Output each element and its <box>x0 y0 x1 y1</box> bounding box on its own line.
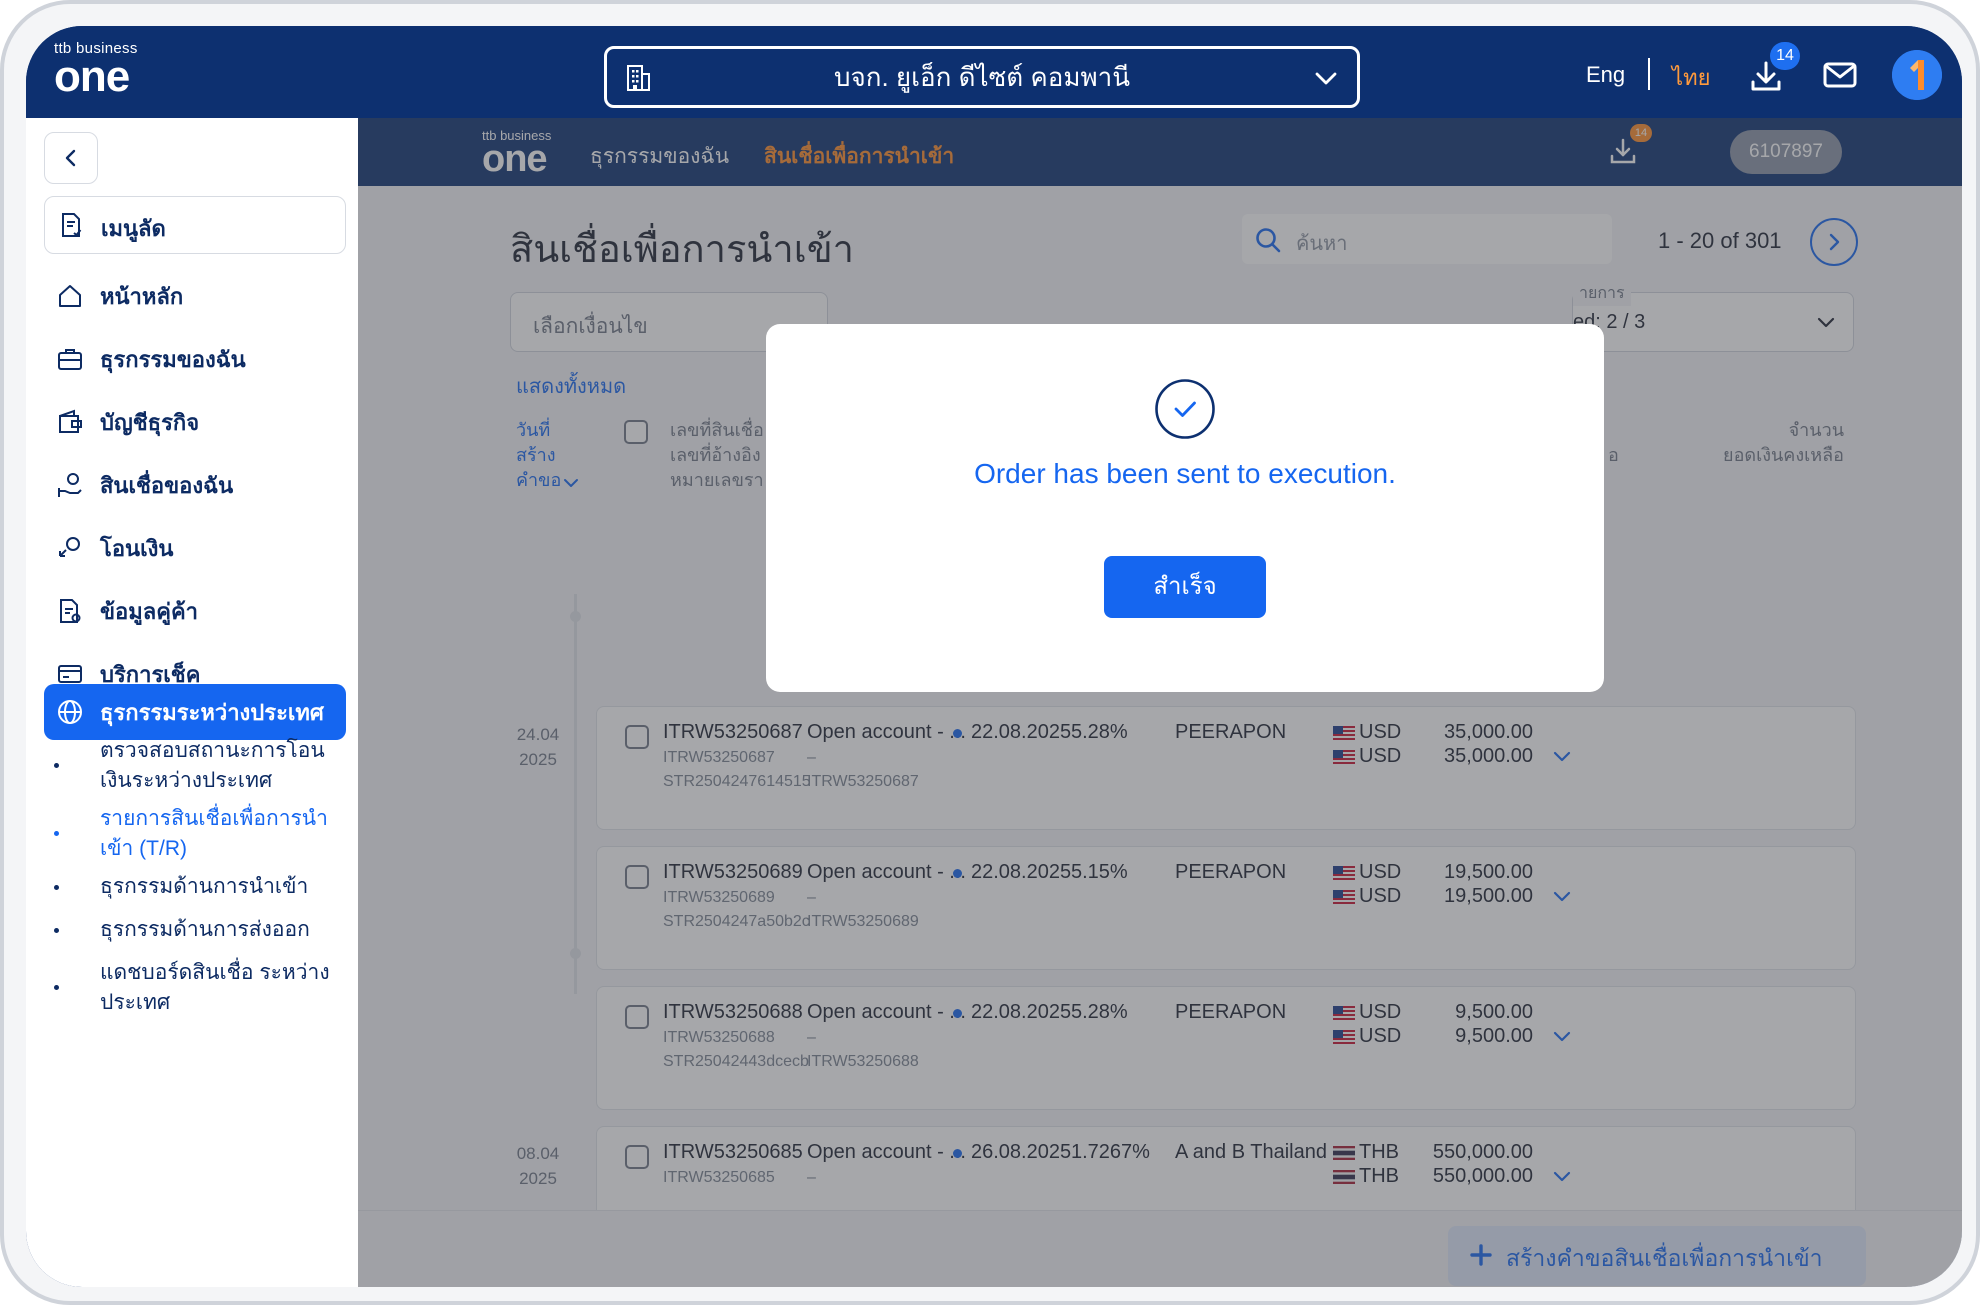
sidebar-item-transfer[interactable]: โอนเงิน <box>44 520 346 576</box>
chevron-left-icon <box>65 149 76 167</box>
wallet-icon <box>59 409 82 433</box>
shortcut-menu-label: เมนูลัด <box>101 216 166 241</box>
sidebar-item-my-transactions[interactable]: ธุรกรรมของฉัน <box>44 331 346 387</box>
modal-backdrop[interactable] <box>358 118 1962 1287</box>
sidebar-item-label: ธุรกรรมของฉัน <box>100 346 246 372</box>
sidebar-subitem-import[interactable]: ธุรกรรมด้านการนำเข้า <box>44 872 346 902</box>
sidebar-subitem-dashboard[interactable]: แดชบอร์ดสินเชื่อ ระหว่างประเทศ <box>44 958 346 1018</box>
sidebar-item-label: โอนเงิน <box>100 535 174 561</box>
bullet-dot <box>54 763 59 768</box>
logo-big-text: one <box>54 52 130 101</box>
transfer-icon <box>59 537 80 557</box>
chevron-down-icon <box>1315 72 1337 85</box>
shortcut-menu[interactable]: เมนูลัด <box>44 196 346 254</box>
avatar-logo-icon <box>1892 50 1942 100</box>
partner-doc-icon <box>60 599 81 623</box>
bullet-dot <box>54 985 59 990</box>
sidebar-item-home[interactable]: หน้าหลัก <box>44 268 346 324</box>
user-avatar[interactable] <box>1892 50 1942 100</box>
sidebar-subitem-export[interactable]: ธุรกรรมด้านการส่งออก <box>44 915 346 945</box>
sidebar: เมนูลัด หน้าหลัก ธุรกรรมของฉัน บัญชีธุรก… <box>26 118 358 1287</box>
sidebar-item-business-account[interactable]: บัญชีธุรกิจ <box>44 394 346 450</box>
top-header: ttb business one บจก. ยูเอ็ก ดีไซต์ คอมพ… <box>26 26 1962 118</box>
mail-icon[interactable] <box>1822 60 1858 90</box>
download-count-badge: 14 <box>1770 42 1800 70</box>
brand-logo[interactable]: ttb business one <box>54 40 138 101</box>
sidebar-item-my-loans[interactable]: สินเชื่อของฉัน <box>44 457 346 513</box>
success-message: Order has been sent to execution. <box>974 458 1396 489</box>
collapse-sidebar-button[interactable] <box>44 132 98 184</box>
lang-divider <box>1648 58 1650 90</box>
check-circle-icon <box>1155 379 1215 439</box>
lang-thai-toggle[interactable]: ไทย <box>1672 60 1710 95</box>
sidebar-item-label: สินเชื่อของฉัน <box>100 472 234 498</box>
lang-eng-toggle[interactable]: Eng <box>1586 62 1625 88</box>
app-window: ttb business one บจก. ยูเอ็ก ดีไซต์ คอมพ… <box>26 26 1962 1287</box>
company-name: บจก. ยูเอ็ก ดีไซต์ คอมพานี <box>833 61 1130 92</box>
sidebar-subitem-label: ธุรกรรมด้านการนำเข้า <box>100 875 309 898</box>
home-icon <box>59 285 81 307</box>
globe-icon <box>58 700 82 724</box>
sidebar-item-partner-info[interactable]: ข้อมูลคู่ค้า <box>44 583 346 639</box>
sidebar-subitem-transfer-status[interactable]: ตรวจสอบสถานะการโอนเงินระหว่างประเทศ <box>44 736 346 796</box>
sidebar-item-label: ข้อมูลคู่ค้า <box>100 598 199 624</box>
sidebar-item-label: บัญชีธุรกิจ <box>100 409 200 435</box>
sidebar-subitem-label: แดชบอร์ดสินเชื่อ ระหว่างประเทศ <box>100 961 330 1014</box>
company-selector[interactable]: บจก. ยูเอ็ก ดีไซต์ คอมพานี <box>604 46 1360 108</box>
success-dialog: Order has been sent to execution. สำเร็จ <box>766 324 1604 692</box>
sidebar-subitem-trust-receipt[interactable]: รายการสินเชื่อเพื่อการนำเข้า (T/R) <box>44 804 346 864</box>
sidebar-subitem-label: ธุรกรรมด้านการส่งออก <box>100 918 310 941</box>
bullet-dot <box>54 885 59 890</box>
briefcase-icon <box>58 349 82 370</box>
shortcut-doc-icon <box>62 213 82 237</box>
sidebar-subitem-label: รายการสินเชื่อเพื่อการนำเข้า (T/R) <box>100 807 328 860</box>
sidebar-item-international[interactable]: ธุรกรรมระหว่างประเทศ <box>44 684 346 740</box>
sidebar-item-label: ธุรกรรมระหว่างประเทศ <box>100 699 324 725</box>
device-frame: ttb business one บจก. ยูเอ็ก ดีไซต์ คอมพ… <box>0 0 1980 1305</box>
bullet-dot <box>54 928 59 933</box>
sidebar-subitem-label: ตรวจสอบสถานะการโอนเงินระหว่างประเทศ <box>100 739 325 792</box>
loan-hand-icon <box>58 473 82 497</box>
done-button[interactable]: สำเร็จ <box>1104 556 1266 618</box>
sidebar-item-label: หน้าหลัก <box>100 283 184 309</box>
bullet-dot <box>54 831 59 836</box>
building-icon <box>627 65 650 91</box>
